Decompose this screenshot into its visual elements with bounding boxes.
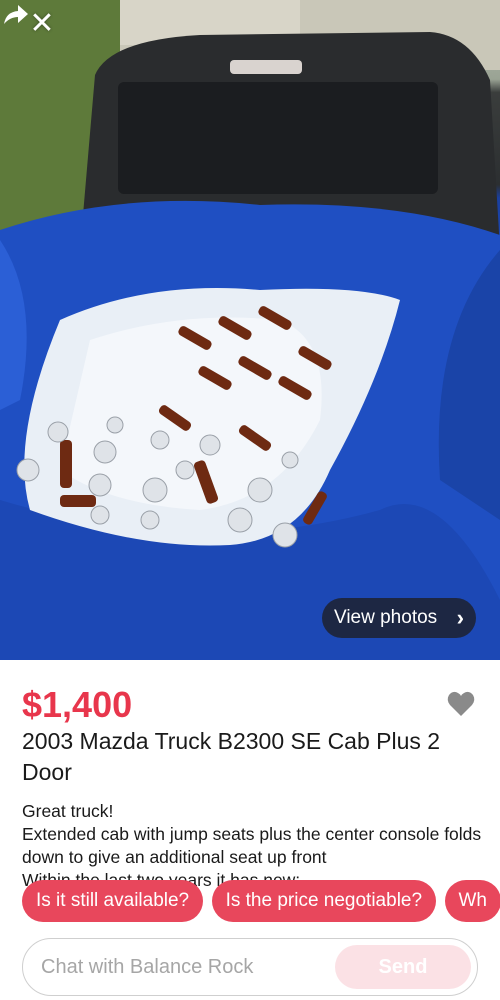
heart-icon[interactable] — [446, 690, 476, 718]
view-photos-label: View photos — [334, 607, 438, 628]
listing-title: 2003 Mazda Truck B2300 SE Cab Plus 2 Doo… — [22, 728, 441, 785]
share-icon[interactable] — [0, 0, 30, 28]
listing-photo[interactable]: ✕ View photos › — [0, 0, 500, 660]
description-line: Extended cab with jump seats plus the ce… — [22, 824, 482, 867]
chat-input[interactable] — [41, 947, 331, 987]
send-button[interactable]: Send — [335, 945, 471, 989]
close-icon[interactable]: ✕ — [28, 9, 56, 39]
quick-replies: Is it still available? Is the price nego… — [22, 880, 500, 922]
chat-bar: Send — [22, 938, 478, 996]
view-photos-button[interactable]: View photos › — [322, 598, 476, 638]
quick-reply-more[interactable]: Wh — [444, 880, 500, 922]
chevron-right-icon: › — [456, 605, 464, 630]
description-line: Great truck! — [22, 801, 114, 821]
quick-reply-price-negotiable[interactable]: Is the price negotiable? — [211, 880, 437, 922]
truck-photo-illustration — [0, 0, 500, 660]
quick-reply-still-available[interactable]: Is it still available? — [22, 880, 204, 922]
listing-price: $1,400 — [22, 684, 133, 725]
